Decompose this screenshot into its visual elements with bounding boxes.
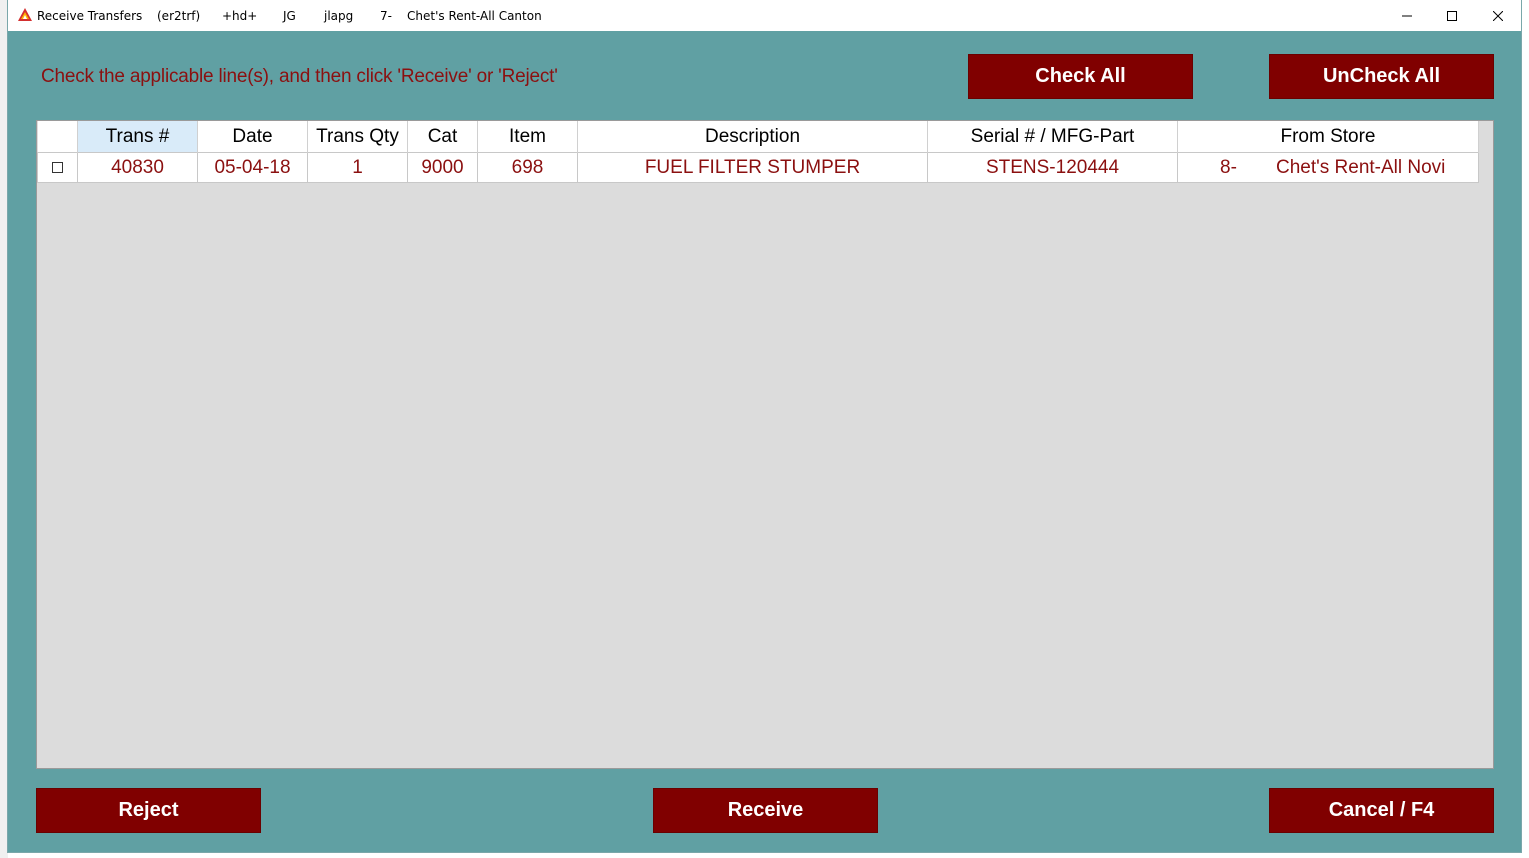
- instruction-text: Check the applicable line(s), and then c…: [41, 66, 558, 87]
- column-header-trans-no[interactable]: Trans #: [77, 121, 198, 153]
- cell-date: 05-04-18: [197, 152, 308, 183]
- title-program-code: (er2trf): [157, 9, 201, 23]
- transfers-table: Trans # Date Trans Qty Cat Item Descript…: [37, 121, 1479, 183]
- row-select-cell[interactable]: [37, 152, 78, 183]
- column-header-from-store[interactable]: From Store: [1177, 121, 1479, 153]
- close-button[interactable]: [1475, 0, 1521, 31]
- from-store-number: 8-: [1220, 157, 1237, 178]
- cell-serial: STENS-120444: [927, 152, 1178, 183]
- title-app-name: Receive Transfers: [37, 9, 143, 23]
- cell-description: FUEL FILTER STUMPER: [577, 152, 928, 183]
- column-header-serial[interactable]: Serial # / MFG-Part: [927, 121, 1178, 153]
- row-checkbox[interactable]: [52, 161, 63, 173]
- cell-cat: 9000: [407, 152, 478, 183]
- minimize-button[interactable]: [1384, 0, 1430, 31]
- cell-from-store: 8- Chet's Rent-All Novi: [1177, 152, 1479, 183]
- column-header-cat[interactable]: Cat: [407, 121, 478, 153]
- cell-item: 698: [477, 152, 578, 183]
- cell-trans-no: 40830: [77, 152, 198, 183]
- title-flag: +hd+: [222, 9, 258, 23]
- maximize-button[interactable]: [1429, 0, 1475, 31]
- grid-header-row: Trans # Date Trans Qty Cat Item Descript…: [37, 121, 1479, 153]
- background-left-edge: [0, 0, 8, 858]
- receive-button[interactable]: Receive: [653, 788, 878, 833]
- check-all-button[interactable]: Check All: [968, 54, 1193, 99]
- transfers-grid[interactable]: Trans # Date Trans Qty Cat Item Descript…: [36, 120, 1494, 769]
- background-right-edge: [1521, 0, 1529, 858]
- title-store-number: 7-: [380, 9, 392, 23]
- reject-button[interactable]: Reject: [36, 788, 261, 833]
- column-header-date[interactable]: Date: [197, 121, 308, 153]
- column-header-trans-qty[interactable]: Trans Qty: [307, 121, 408, 153]
- app-logo-icon: [18, 8, 32, 21]
- title-user-id: jlapg: [324, 9, 354, 23]
- column-header-item[interactable]: Item: [477, 121, 578, 153]
- minimize-icon: [1402, 15, 1412, 16]
- title-user-initials: JG: [283, 9, 296, 23]
- title-store-name: Chet's Rent-All Canton: [407, 9, 542, 23]
- cell-trans-qty: 1: [307, 152, 408, 183]
- table-row[interactable]: 40830 05-04-18 1 9000 698 FUEL FILTER ST…: [37, 152, 1479, 183]
- uncheck-all-button[interactable]: UnCheck All: [1269, 54, 1494, 99]
- title-bar[interactable]: Receive Transfers (er2trf) +hd+ JG jlapg…: [8, 0, 1521, 31]
- column-header-select[interactable]: [37, 121, 78, 153]
- maximize-icon: [1447, 10, 1457, 21]
- column-header-description[interactable]: Description: [577, 121, 928, 153]
- cancel-button[interactable]: Cancel / F4: [1269, 788, 1494, 833]
- receive-transfers-window: Receive Transfers (er2trf) +hd+ JG jlapg…: [8, 0, 1521, 852]
- close-icon: [1493, 10, 1503, 21]
- from-store-name: Chet's Rent-All Novi: [1276, 157, 1446, 178]
